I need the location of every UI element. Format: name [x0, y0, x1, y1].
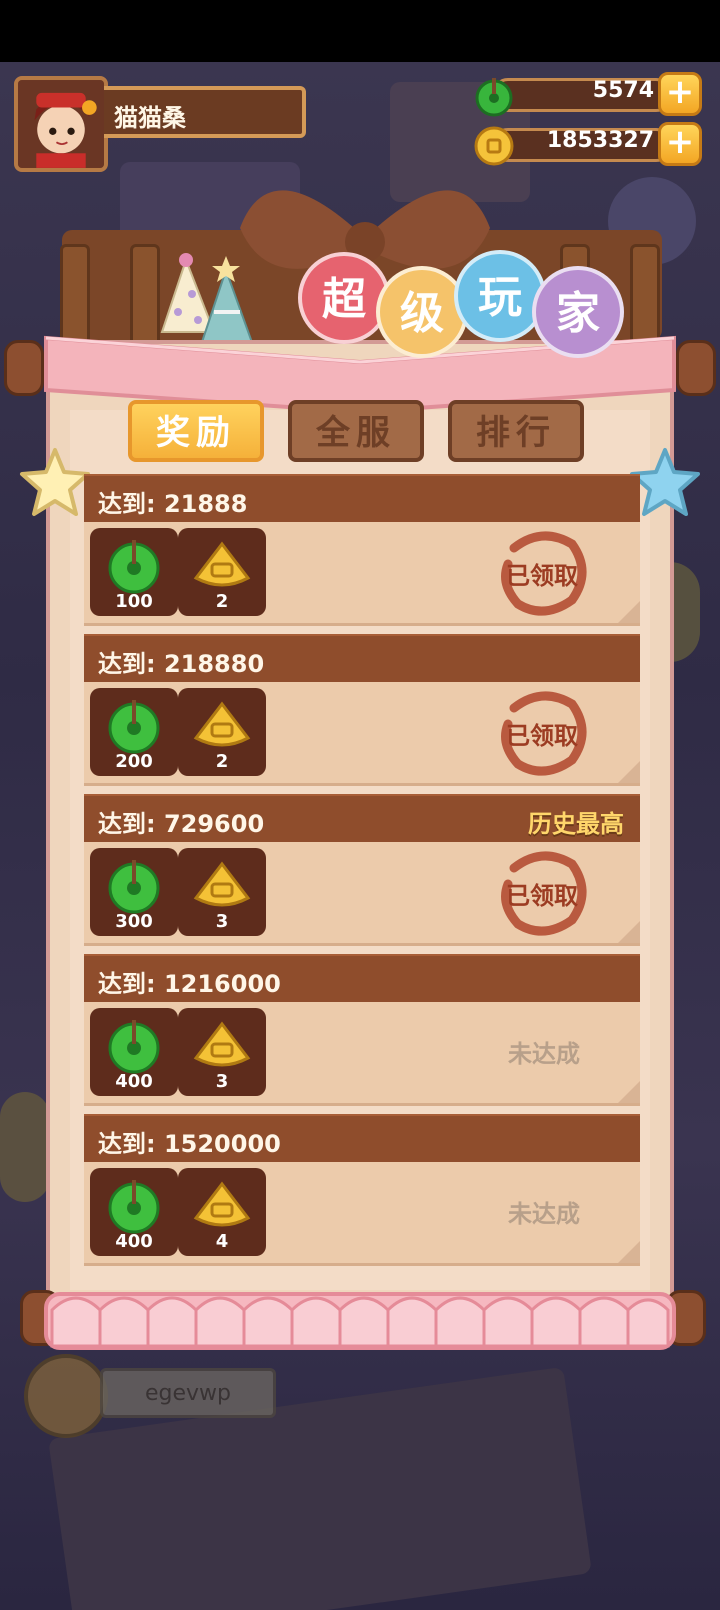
ticket-icon [193, 701, 251, 747]
ticket-icon [193, 541, 251, 587]
reward-slot-ticket[interactable]: 4 [178, 1168, 266, 1256]
player-name: 猫猫桑 [114, 104, 186, 132]
row-status: 已领取 [506, 882, 578, 910]
claimed-stamp: 已领取 [494, 844, 590, 940]
reward-row-3: 达到: 729600 历史最高 300 3 已领取 [84, 794, 640, 946]
jade-amount: 300 [115, 911, 153, 932]
reward-slot-ticket[interactable]: 2 [178, 688, 266, 776]
title-char-2: 级 [376, 266, 468, 358]
reward-slot-jade[interactable]: 300 [90, 848, 178, 936]
coin-icon [474, 126, 514, 166]
ticket-amount: 2 [215, 751, 229, 772]
claimed-stamp: 已领取 [494, 524, 590, 620]
add-jade-button[interactable]: + [658, 72, 702, 116]
background-player-icon [24, 1354, 108, 1438]
ticket-amount: 2 [215, 591, 229, 612]
ticket-icon [193, 861, 251, 907]
reward-slot-ticket[interactable]: 2 [178, 528, 266, 616]
row-target: 达到: 218880 [98, 650, 265, 678]
player-avatar[interactable] [14, 76, 108, 172]
ticket-amount: 3 [215, 911, 229, 932]
ticket-icon [193, 1181, 251, 1227]
jade-amount: 100 [115, 591, 153, 612]
ticket-amount: 4 [215, 1231, 229, 1252]
jade-icon [475, 78, 513, 117]
reward-slot-jade[interactable]: 400 [90, 1168, 178, 1256]
star-left-icon [20, 448, 90, 516]
jade-icon [108, 700, 160, 754]
tab-rewards[interactable]: 奖励 [128, 400, 264, 462]
title-char-3: 玩 [454, 250, 546, 342]
jade-icon [108, 1020, 160, 1074]
scallop-trim [44, 1292, 676, 1350]
row-status: 未达成 [508, 1040, 580, 1068]
reward-row-2: 达到: 218880 200 2 已领取 [84, 634, 640, 786]
jade-amount: 200 [115, 751, 153, 772]
avatar-portrait-icon [18, 80, 104, 168]
add-coins-button[interactable]: + [658, 122, 702, 166]
reward-slot-ticket[interactable]: 3 [178, 848, 266, 936]
row-target: 达到: 1520000 [98, 1130, 281, 1158]
reward-slot-jade[interactable]: 200 [90, 688, 178, 776]
tab-ranking[interactable]: 排行 [448, 400, 584, 462]
reward-slot-jade[interactable]: 400 [90, 1008, 178, 1096]
reward-row-4: 达到: 1216000 400 3 未达成 [84, 954, 640, 1106]
tab-server[interactable]: 全服 [288, 400, 424, 462]
row-status: 已领取 [506, 562, 578, 590]
ticket-amount: 3 [215, 1071, 229, 1092]
claimed-stamp: 已领取 [494, 684, 590, 780]
row-target: 达到: 1216000 [98, 970, 281, 998]
coin-value: 1853327 [546, 128, 654, 153]
ticket-icon [193, 1021, 251, 1067]
jade-value: 5574 [592, 78, 654, 103]
scroll-knob [4, 340, 44, 396]
scroll-knob [676, 340, 716, 396]
jade-amount: 400 [115, 1071, 153, 1092]
background-player-name: egevwp [100, 1368, 276, 1418]
reward-slot-jade[interactable]: 100 [90, 528, 178, 616]
title-char-4: 家 [532, 266, 624, 358]
jade-icon [108, 1180, 160, 1234]
status-bar [0, 0, 720, 62]
jade-icon [108, 860, 160, 914]
row-target: 达到: 21888 [98, 490, 248, 518]
row-status: 未达成 [508, 1200, 580, 1228]
reward-slot-ticket[interactable]: 3 [178, 1008, 266, 1096]
coin-counter: 1853327 + [472, 122, 702, 166]
reward-row-1: 达到: 21888 100 2 已领取 [84, 474, 640, 626]
jade-amount: 400 [115, 1231, 153, 1252]
row-target: 达到: 729600 [98, 810, 265, 838]
row-status: 已领取 [506, 722, 578, 750]
jade-counter: 5574 + [472, 72, 702, 117]
reward-row-5: 达到: 1520000 400 4 未达成 [84, 1114, 640, 1266]
best-record-badge: 历史最高 [528, 810, 624, 838]
player-name-box: 猫猫桑 [104, 86, 306, 138]
background-player-label: egevwp [144, 1381, 231, 1406]
title-char-1: 超 [298, 252, 390, 344]
jade-icon [108, 540, 160, 594]
